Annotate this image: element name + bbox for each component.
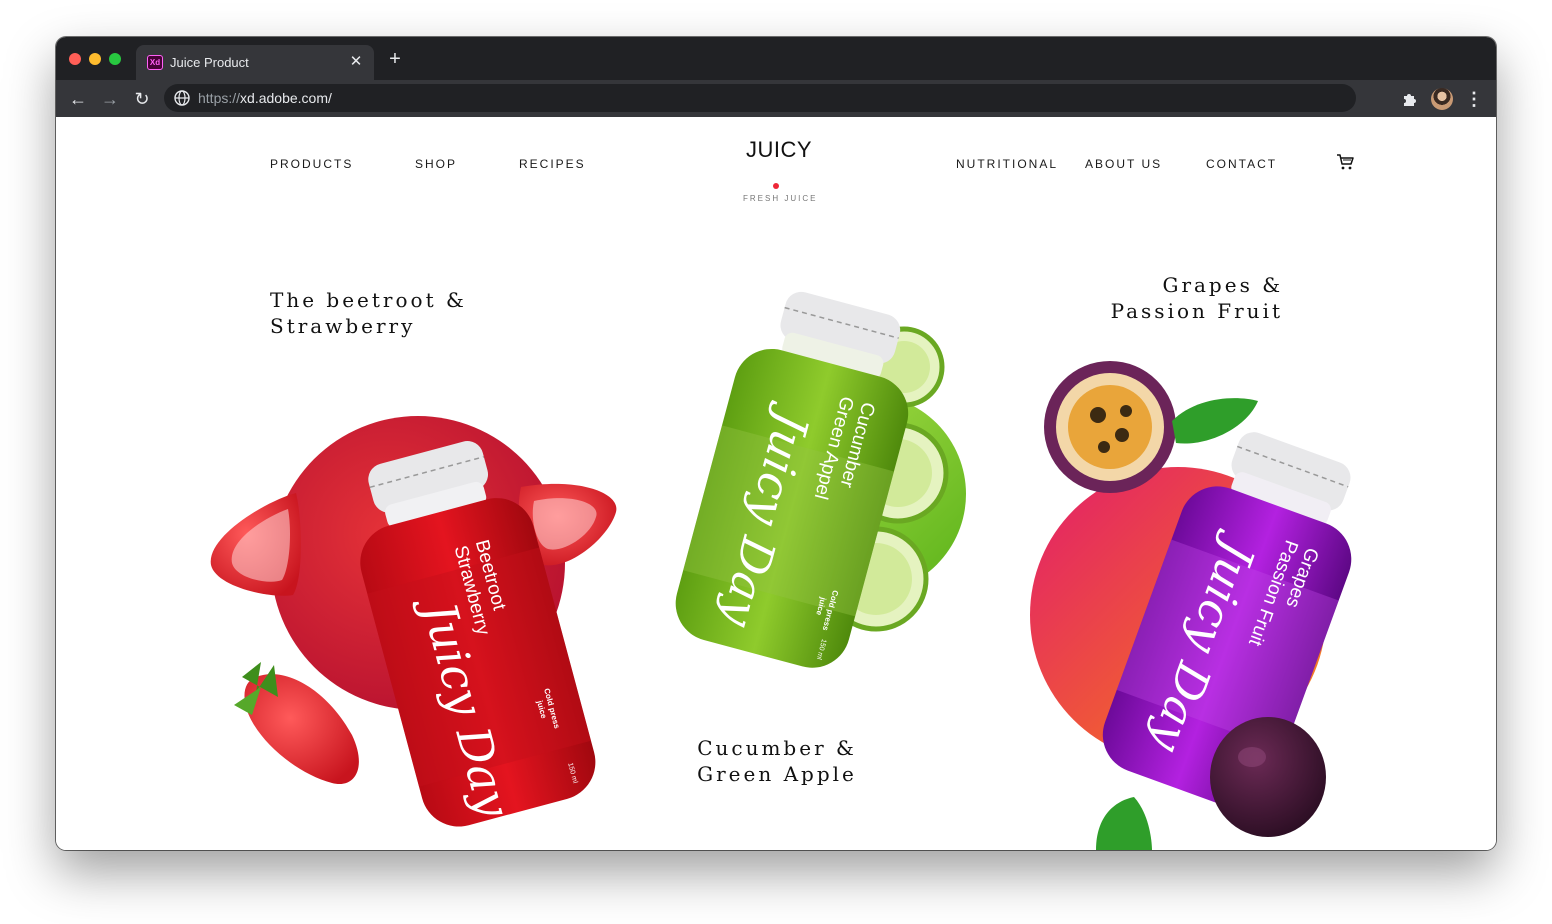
address-bar[interactable]: https://xd.adobe.com/ (164, 84, 1356, 112)
reload-button[interactable]: ↻ (131, 88, 153, 110)
headline-cucumber-green-apple: Cucumber & Green Apple (697, 736, 857, 786)
url-host: xd.adobe.com/ (240, 90, 332, 106)
strawberry-half-left (210, 493, 301, 596)
headline-beetroot-strawberry: The beetroot & Strawberry (270, 288, 467, 338)
globe-icon (174, 90, 190, 106)
juice-product-page: PRODUCTS SHOP RECIPES NUTRITIONAL ABOUT … (56, 117, 1496, 850)
minimize-window-button[interactable] (89, 53, 101, 65)
forward-button[interactable]: → (99, 88, 121, 110)
back-button[interactable]: ← (67, 88, 89, 110)
tab-title: Juice Product (170, 55, 249, 70)
whole-passion-fruit (1210, 717, 1326, 837)
tab-strip: Xd Juice Product ✕ + (56, 37, 1496, 80)
browser-menu-icon[interactable]: ⋮ (1464, 88, 1484, 110)
url-scheme: https:// (198, 90, 241, 106)
tab-close-icon[interactable]: ✕ (346, 52, 366, 72)
passion-fruit-half (1044, 361, 1176, 493)
new-tab-button[interactable]: + (386, 49, 404, 69)
profile-avatar[interactable] (1431, 88, 1453, 110)
browser-tab[interactable]: Xd Juice Product ✕ (136, 45, 374, 80)
maximize-window-button[interactable] (109, 53, 121, 65)
browser-toolbar: ← → ↻ https://xd.adobe.com/ ⋮ (56, 80, 1496, 117)
xd-favicon-icon: Xd (147, 55, 163, 70)
close-window-button[interactable] (69, 53, 81, 65)
leaf-bottom (1096, 797, 1152, 850)
extensions-puzzle-icon[interactable] (1400, 89, 1420, 109)
url-text: https://xd.adobe.com/ (198, 90, 332, 106)
browser-window: Xd Juice Product ✕ + ← → ↻ https://xd.ad… (56, 37, 1496, 850)
headline-grapes-passion-fruit: Grapes & Passion Fruit (1110, 273, 1283, 323)
